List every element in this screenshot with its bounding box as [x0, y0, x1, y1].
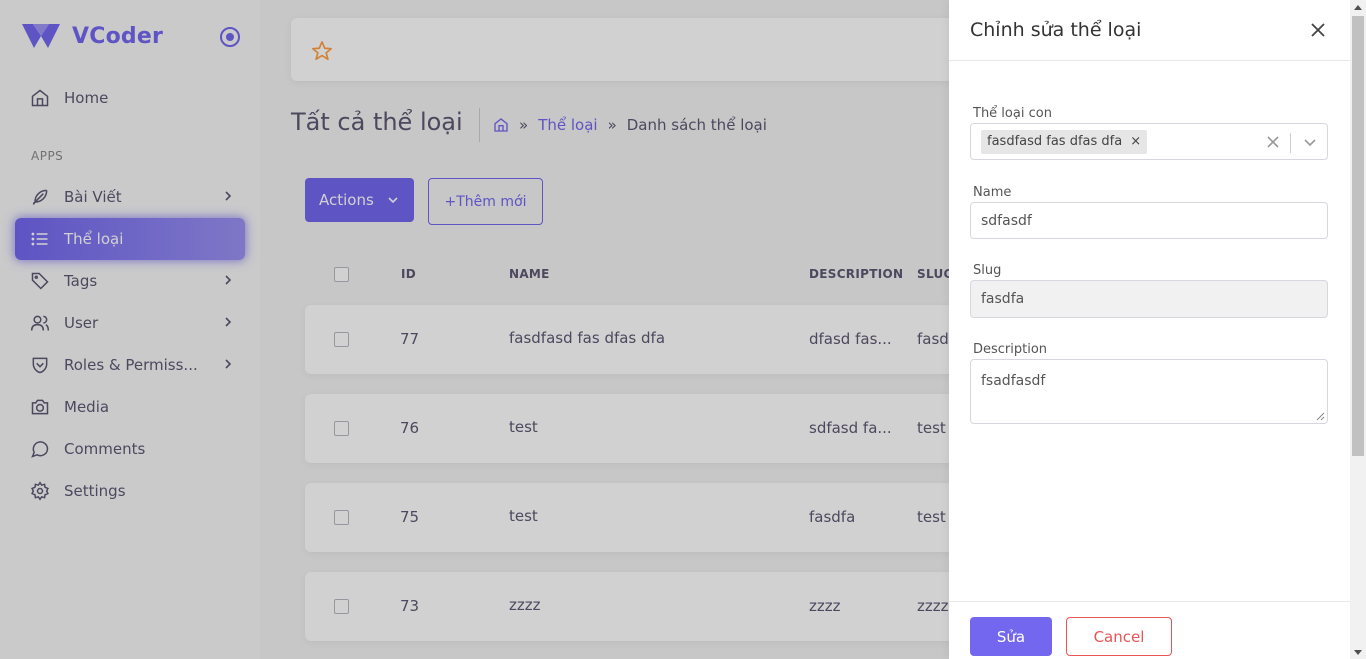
scrollbar[interactable] — [1350, 0, 1366, 659]
selected-tag-label: fasdfasd fas dfas dfa — [987, 134, 1123, 149]
description-label: Description — [973, 342, 1048, 357]
close-icon[interactable] — [1310, 22, 1326, 38]
edit-category-panel: Chỉnh sửa thể loại Thể loại con fasdfasd… — [949, 0, 1350, 659]
panel-footer: Sửa Cancel — [949, 601, 1350, 659]
resize-handle-icon[interactable] — [1316, 412, 1325, 421]
chevron-down-icon[interactable] — [1303, 138, 1317, 148]
description-textarea[interactable]: fsadfasdf — [970, 359, 1328, 424]
panel-header: Chỉnh sửa thể loại — [949, 0, 1350, 61]
slug-input-value: fasdfa — [981, 291, 1025, 307]
description-value: fsadfasdf — [981, 373, 1046, 389]
cancel-button[interactable]: Cancel — [1066, 617, 1172, 656]
selected-tag: fasdfasd fas dfas dfa × — [981, 129, 1148, 154]
scrollbar-thumb[interactable] — [1352, 16, 1364, 456]
slug-label: Slug — [973, 263, 1002, 278]
scroll-up-arrow-icon[interactable] — [1354, 5, 1362, 10]
sub-category-select[interactable]: fasdfasd fas dfas dfa × — [970, 123, 1328, 160]
select-divider — [1290, 133, 1291, 153]
name-label: Name — [973, 185, 1012, 200]
remove-tag-icon[interactable]: × — [1130, 134, 1141, 149]
modal-backdrop[interactable] — [0, 0, 949, 659]
save-button[interactable]: Sửa — [970, 617, 1052, 656]
panel-title: Chỉnh sửa thể loại — [970, 19, 1142, 41]
name-input-value: sdfasdf — [981, 212, 1032, 229]
slug-input: fasdfa — [970, 280, 1328, 318]
clear-icon[interactable] — [1267, 136, 1279, 148]
scroll-down-arrow-icon[interactable] — [1354, 650, 1362, 655]
sub-category-label: Thể loại con — [973, 106, 1052, 121]
name-input[interactable]: sdfasdf — [970, 202, 1328, 239]
